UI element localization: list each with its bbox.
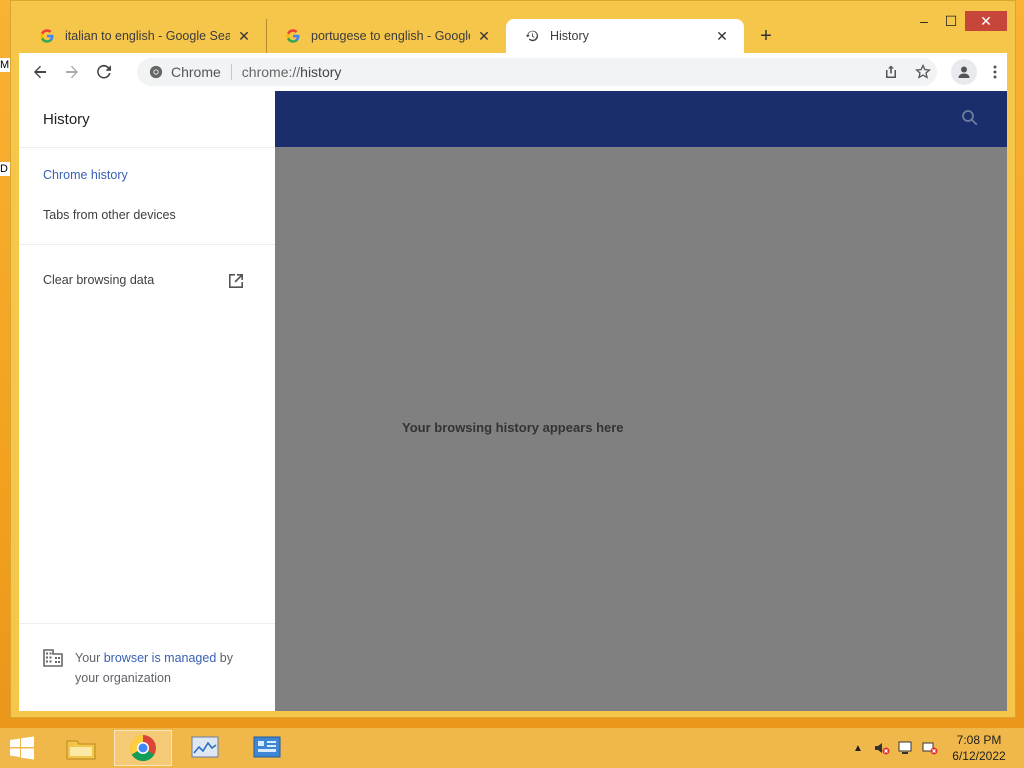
managed-prefix: Your [75,651,104,665]
control-panel-icon[interactable] [238,730,296,766]
browser-window: – ☐ ✕ italian to english - Google Search… [10,0,1016,718]
building-icon [43,649,63,667]
history-icon [524,28,540,44]
empty-history-message: Your browsing history appears here [402,420,624,435]
reload-icon[interactable] [93,61,115,83]
chrome-taskbar-icon[interactable] [114,730,172,766]
new-tab-button[interactable]: + [756,25,776,47]
sidebar-item-tabs-from-other-devices[interactable]: Tabs from other devices [43,208,176,222]
divider [19,147,275,148]
search-icon[interactable] [961,109,981,129]
tab-history[interactable]: History ✕ [506,19,744,53]
title-bar: – ☐ ✕ italian to english - Google Search… [11,1,1015,53]
tab-portugese-to-english[interactable]: portugese to english - Google Search ✕ [266,19,506,53]
system-clock[interactable]: 7:08 PM 6/12/2022 [942,732,1016,764]
chip-label: Chrome [171,64,221,80]
close-tab-icon[interactable]: ✕ [714,28,730,44]
forward-icon[interactable] [61,61,83,83]
menu-dots-icon[interactable] [985,62,1005,82]
tab-title: italian to english - Google Search [65,29,230,43]
history-header-bar [275,91,1007,147]
tab-italian-to-english[interactable]: italian to english - Google Search ✕ [21,19,266,53]
browser-toolbar: Chrome chrome://history [19,53,1007,91]
tab-title: portugese to english - Google Search [311,29,470,43]
managed-notice: Your browser is managed by your organiza… [75,648,255,688]
sidebar-item-chrome-history[interactable]: Chrome history [43,168,128,182]
maximize-button[interactable]: ☐ [938,11,964,31]
taskbar: ▲ 7:08 PM 6/12/2022 [0,728,1024,768]
desktop-icon-label-fragment: M [0,58,10,72]
close-tab-icon[interactable]: ✕ [476,28,492,44]
site-info-chip[interactable]: Chrome [149,64,232,80]
performance-monitor-icon[interactable] [176,730,234,766]
profile-avatar-icon[interactable] [951,59,977,85]
back-icon[interactable] [29,61,51,83]
volume-muted-icon[interactable] [874,740,890,756]
google-icon [285,28,301,44]
managed-link[interactable]: browser is managed [104,651,217,665]
bookmark-star-icon[interactable] [913,62,933,82]
divider [19,623,275,624]
close-tab-icon[interactable]: ✕ [236,28,252,44]
file-explorer-icon[interactable] [52,730,110,766]
minimize-button[interactable]: – [911,11,937,31]
divider [19,244,275,245]
history-sidebar: History Chrome history Tabs from other d… [19,91,276,711]
clock-time: 7:08 PM [956,733,1002,747]
desktop-icon-label-fragment: D [0,162,10,176]
page-content: History Chrome history Tabs from other d… [19,91,1007,711]
share-icon[interactable] [881,62,901,82]
chrome-icon [149,65,163,79]
show-hidden-icons-chevron-icon[interactable]: ▲ [850,740,866,756]
url-path: history [300,64,342,80]
sidebar-item-clear-browsing-data[interactable]: Clear browsing data [43,273,154,287]
tab-title: History [550,29,589,43]
google-icon [39,28,55,44]
network-disconnected-icon[interactable] [922,740,938,756]
open-in-new-icon[interactable] [227,272,245,290]
action-center-icon[interactable] [898,740,914,756]
history-main-panel: Your browsing history appears here [275,91,1007,711]
close-window-button[interactable]: ✕ [965,11,1007,31]
url-scheme: chrome:// [241,64,301,80]
sidebar-title: History [43,111,90,128]
windows-start-icon[interactable] [8,736,38,762]
address-bar[interactable]: Chrome chrome://history [137,58,937,86]
clock-date: 6/12/2022 [952,749,1006,763]
url-text: chrome://history [242,64,342,80]
